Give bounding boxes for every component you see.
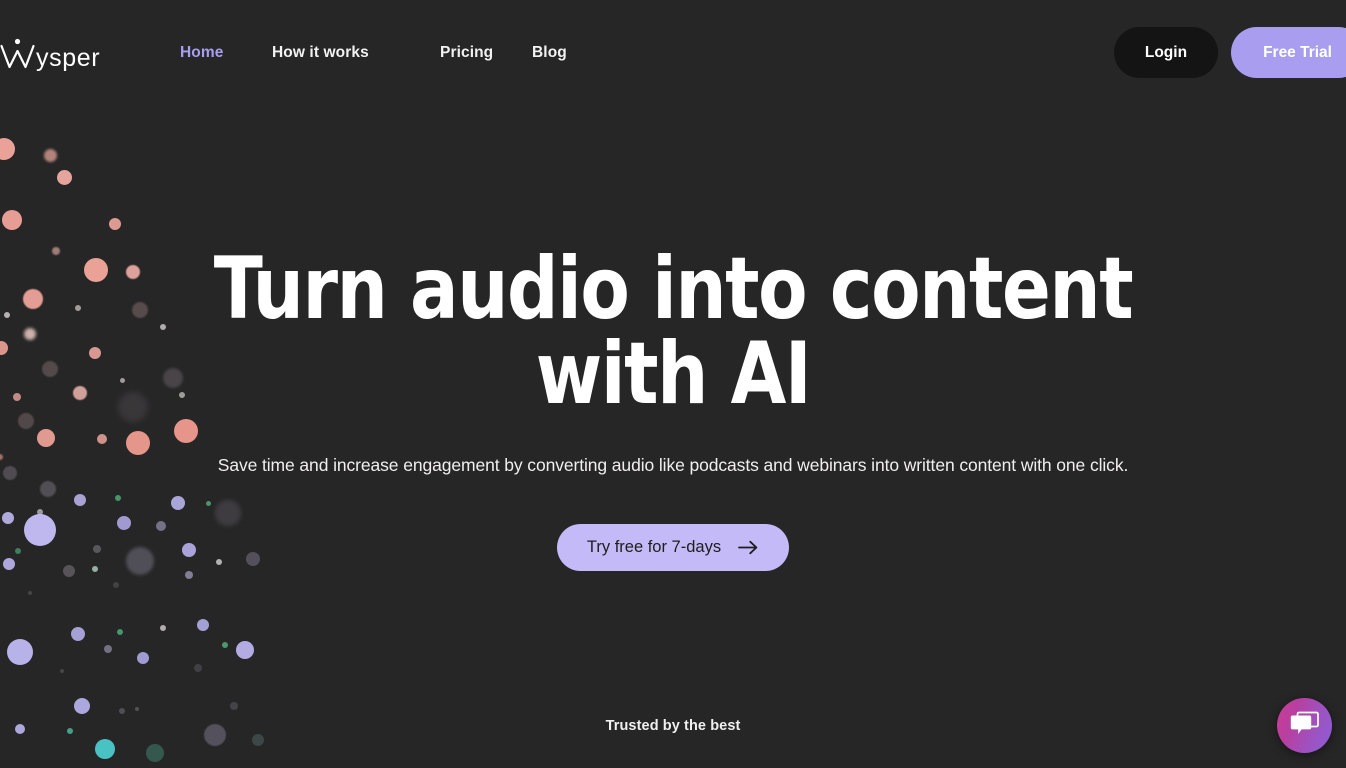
landing-page: ysper Home How it works Pricing Blog Log… <box>0 0 1346 768</box>
nav-action-buttons: Login Free Trial <box>1113 27 1346 78</box>
particle-dot <box>13 393 21 401</box>
nav-item-how-it-works[interactable]: How it works <box>272 44 440 62</box>
login-button[interactable]: Login <box>1113 27 1219 78</box>
particle-dot <box>3 558 15 570</box>
try-free-cta-button[interactable]: Try free for 7-days <box>556 523 790 571</box>
page-title: Turn audio into content with AI <box>208 246 1138 417</box>
particle-dot <box>84 258 108 282</box>
particle-dot <box>4 312 10 318</box>
hero-subheadline: Save time and increase engagement by con… <box>217 455 1129 476</box>
cta-label: Try free for 7-days <box>586 537 722 556</box>
particle-dot <box>135 707 139 711</box>
particle-dot <box>230 702 238 710</box>
particle-dot <box>24 514 56 546</box>
particle-dot <box>28 591 32 595</box>
free-trial-button[interactable]: Free Trial <box>1231 27 1346 78</box>
particle-dot <box>75 305 81 311</box>
nav-item-home[interactable]: Home <box>180 44 272 62</box>
particle-dot <box>126 547 154 575</box>
nav-item-pricing[interactable]: Pricing <box>440 44 532 62</box>
particle-dot <box>95 739 115 759</box>
particle-dot <box>126 431 150 455</box>
particle-dot <box>174 419 198 443</box>
chat-widget-button[interactable] <box>1277 698 1332 753</box>
particle-dot <box>146 744 164 762</box>
particle-dot <box>43 148 57 162</box>
particle-dot <box>2 210 22 230</box>
particle-dot <box>222 642 228 648</box>
particle-dot <box>137 652 149 664</box>
particle-dot <box>63 565 75 577</box>
particle-dot <box>2 512 14 524</box>
arrow-right-icon <box>738 540 759 555</box>
particle-dot <box>40 481 56 497</box>
particle-dot <box>115 495 121 501</box>
particle-dot <box>92 566 98 572</box>
top-navigation-bar: ysper Home How it works Pricing Blog Log… <box>0 0 1346 105</box>
particle-dot <box>252 734 264 746</box>
headline-line-2: with AI <box>535 324 812 425</box>
particle-dot <box>18 413 34 429</box>
particle-dot <box>132 302 148 318</box>
particle-dot <box>171 496 185 510</box>
particle-dot <box>23 289 43 309</box>
particle-dot <box>73 386 87 400</box>
particle-dot <box>89 347 101 359</box>
particle-dot <box>194 664 202 672</box>
particle-dot <box>216 559 222 565</box>
particle-dot <box>74 494 86 506</box>
particle-dot <box>0 454 3 460</box>
particle-dot <box>71 627 85 641</box>
particle-dot <box>0 341 8 355</box>
particle-dot <box>117 516 131 530</box>
nav-item-blog[interactable]: Blog <box>532 44 602 62</box>
particle-dot <box>117 629 123 635</box>
particle-dot <box>185 571 193 579</box>
particle-dot <box>113 582 119 588</box>
particle-dot <box>109 218 121 230</box>
particle-dot <box>119 708 125 714</box>
particle-dot <box>0 138 15 160</box>
particle-dot <box>56 169 72 185</box>
particle-dot <box>52 247 60 255</box>
particle-dot <box>60 669 64 673</box>
particle-dot <box>126 265 140 279</box>
particle-dot <box>182 543 196 557</box>
particle-dot <box>236 641 254 659</box>
particle-dot <box>205 500 211 506</box>
particle-dot <box>119 377 125 383</box>
wysper-logo[interactable]: ysper <box>0 32 105 72</box>
nav-links: Home How it works Pricing Blog <box>180 0 602 105</box>
particle-dot <box>163 368 183 388</box>
hero-section: Turn audio into content with AI Save tim… <box>0 105 1346 768</box>
wysper-wordmark-icon: ysper <box>0 32 105 72</box>
particle-dot <box>15 548 21 554</box>
trusted-by-label: Trusted by the best <box>605 718 741 734</box>
particle-dot <box>24 328 36 340</box>
particle-dot <box>215 500 241 526</box>
particle-dot <box>37 429 55 447</box>
particle-dot <box>97 434 107 444</box>
particle-dot <box>3 466 17 480</box>
particle-dot <box>37 509 43 515</box>
particle-dot <box>42 361 58 377</box>
svg-text:ysper: ysper <box>36 44 100 72</box>
particle-dot <box>179 392 185 398</box>
particle-dot <box>246 552 260 566</box>
particle-dot <box>93 545 101 553</box>
particle-dot <box>74 698 90 714</box>
chat-bubble-icon <box>1290 710 1319 741</box>
particle-dot <box>156 521 166 531</box>
particle-dot <box>160 625 166 631</box>
particle-dot <box>104 645 112 653</box>
particle-dot <box>160 324 166 330</box>
particle-dot <box>118 392 148 422</box>
particle-dot <box>197 619 209 631</box>
decorative-particle-field <box>0 105 300 768</box>
particle-dot <box>7 639 33 665</box>
